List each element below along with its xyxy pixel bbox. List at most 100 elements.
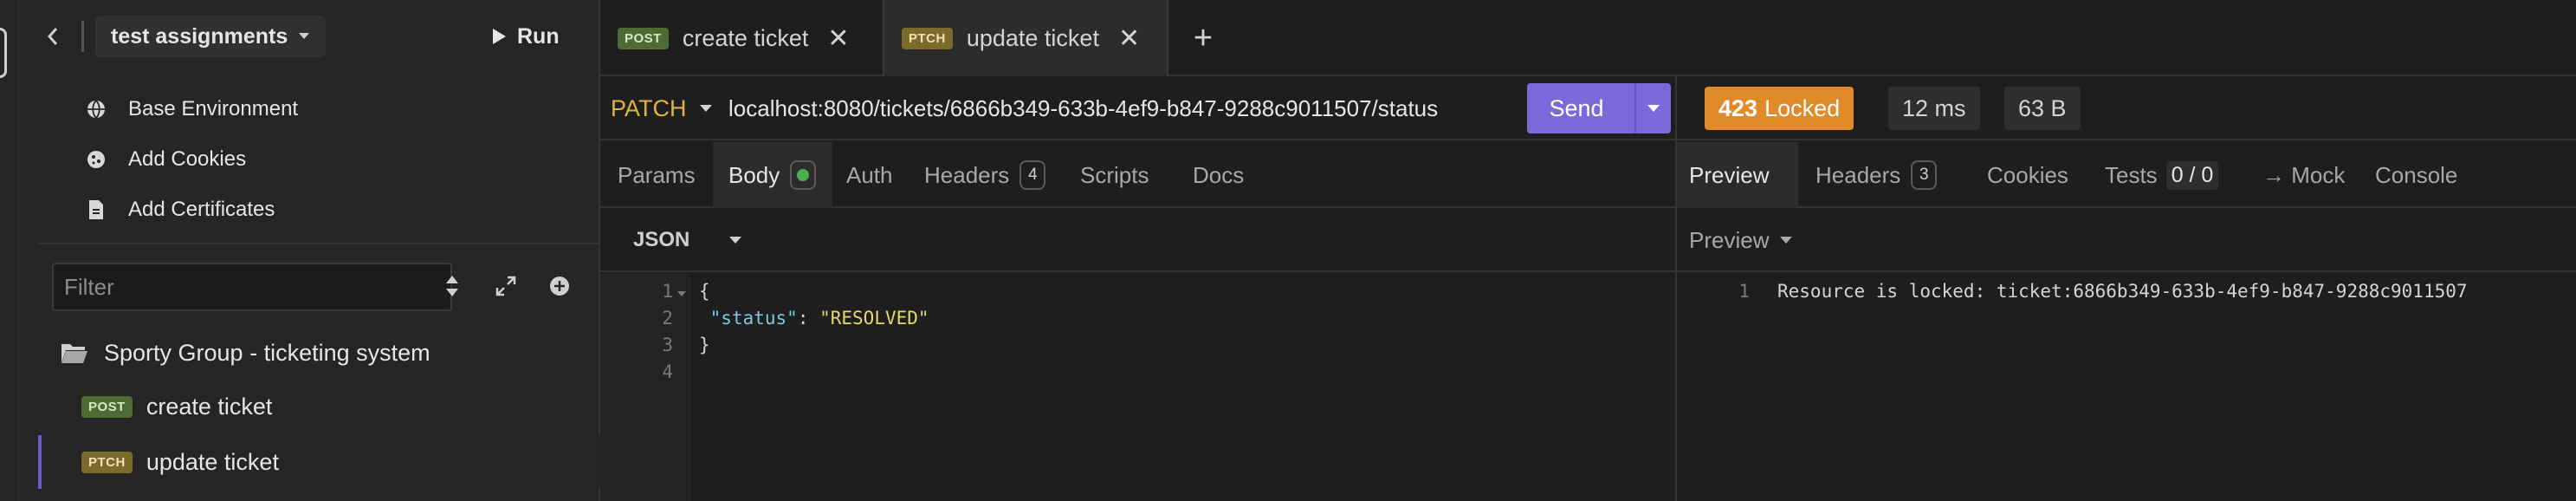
filter-input[interactable]: Filter	[52, 263, 452, 311]
plus-icon: +	[1193, 19, 1214, 56]
status-dot	[797, 169, 810, 181]
add-tab-button[interactable]: +	[1182, 17, 1224, 59]
response-size-badge: 63 B	[2004, 87, 2081, 130]
sidebar-item-add-cookies[interactable]: Add Cookies	[38, 134, 246, 185]
tab-headers[interactable]: Headers 4	[912, 142, 1066, 208]
line-number: 2	[662, 308, 673, 329]
caret-down-icon	[299, 33, 310, 39]
workspace-name: test assignments	[111, 23, 288, 49]
method-label: PATCH	[611, 94, 687, 121]
sidebar-item-base-environment[interactable]: Base Environment	[38, 84, 298, 134]
sidebar-request-update-ticket[interactable]: PTCH update ticket	[38, 435, 618, 489]
tab-label: → Mock	[2262, 161, 2346, 188]
preview-mode-dropdown[interactable]: Preview	[1689, 208, 1793, 272]
expand-all-button[interactable]	[489, 269, 523, 303]
collection-name: Sporty Group - ticketing system	[104, 339, 430, 366]
request-name: create ticket	[146, 393, 273, 420]
sidebar-divider	[38, 243, 618, 244]
body-type-bar: JSON	[600, 208, 1677, 272]
sidebar-item-add-certificates[interactable]: Add Certificates	[38, 185, 275, 235]
sidebar-item-label: Add Cookies	[128, 147, 247, 171]
tab-label: Console	[2375, 161, 2458, 188]
filter-placeholder: Filter	[64, 273, 114, 300]
back-button[interactable]	[38, 16, 68, 57]
fold-caret-icon[interactable]	[676, 286, 687, 302]
tab-label: Cookies	[1987, 161, 2068, 188]
method-selector[interactable]: PATCH	[611, 87, 713, 130]
sidebar-header-divider	[81, 21, 84, 52]
tab-console[interactable]: Console	[2361, 142, 2482, 208]
line-gutter: 1 2 3 4	[600, 274, 690, 501]
tab-scripts[interactable]: Scripts	[1066, 142, 1177, 208]
send-options-button[interactable]	[1634, 83, 1671, 133]
tab-label: Params	[618, 161, 696, 188]
window-edge-handle	[0, 28, 7, 78]
tab-cookies[interactable]: Cookies	[1971, 142, 2089, 208]
caret-down-icon	[1647, 105, 1660, 112]
tab-label: Headers	[1815, 161, 1901, 188]
tab-update-ticket[interactable]: PTCH update ticket ✕	[883, 0, 1168, 76]
tab-body[interactable]: Body	[713, 142, 832, 208]
tab-params[interactable]: Params	[600, 142, 713, 208]
code-line: "status": "RESOLVED"	[709, 308, 929, 329]
close-icon[interactable]: ✕	[827, 23, 849, 54]
response-time-badge: 12 ms	[1888, 87, 1980, 130]
request-body-editor[interactable]: 1 2 3 4 { "status": "RESOLVED" }	[600, 274, 1677, 501]
line-number: 4	[662, 361, 673, 382]
line-number: 3	[662, 335, 673, 355]
body-type-dropdown[interactable]	[728, 208, 742, 272]
tab-mock[interactable]: → Mock	[2249, 142, 2361, 208]
tab-label: Docs	[1193, 161, 1245, 188]
certificate-icon	[74, 199, 118, 220]
method-badge: POST	[618, 27, 669, 49]
caret-down-icon	[1780, 237, 1793, 244]
headers-count-badge: 4	[1019, 160, 1046, 190]
sort-button[interactable]	[435, 269, 469, 303]
folder-open-icon	[61, 342, 88, 364]
request-name: update ticket	[146, 448, 279, 475]
tab-tests[interactable]: Tests 0 / 0	[2089, 142, 2249, 208]
cookie-icon	[74, 149, 118, 170]
add-item-button[interactable]	[542, 269, 577, 303]
response-body-viewer: 1 Resource is locked: ticket:6866b349-63…	[1677, 274, 2576, 501]
method-badge: PTCH	[81, 451, 133, 473]
tab-label: Preview	[1689, 161, 1770, 188]
collection-folder[interactable]: Sporty Group - ticketing system	[38, 326, 430, 380]
status-text: Locked	[1764, 94, 1841, 121]
preview-mode-bar: Preview	[1677, 208, 2576, 272]
sidebar-item-label: Base Environment	[128, 97, 299, 120]
close-icon[interactable]: ✕	[1118, 23, 1140, 54]
tab-label: Body	[728, 161, 780, 188]
tab-docs[interactable]: Docs	[1177, 142, 1264, 208]
json-string: "RESOLVED"	[819, 308, 929, 329]
json-key: "status"	[709, 308, 798, 329]
tab-preview[interactable]: Preview	[1677, 142, 1798, 208]
request-subtabs: Params Body Auth Headers 4 Scripts Docs	[600, 142, 1677, 208]
response-subtabs: Preview Headers 3 Cookies Tests 0 / 0 → …	[1677, 142, 2576, 208]
headers-count-badge: 3	[1911, 160, 1938, 190]
tab-auth[interactable]: Auth	[832, 142, 912, 208]
sidebar-item-label: Add Certificates	[128, 198, 275, 221]
sidebar-request-create-ticket[interactable]: POST create ticket	[38, 380, 618, 433]
play-icon	[493, 29, 506, 44]
tab-label: update ticket	[966, 24, 1099, 51]
url-bar: PATCH localhost:8080/tickets/6866b349-63…	[600, 76, 1677, 140]
url-input[interactable]: localhost:8080/tickets/6866b349-633b-4ef…	[728, 87, 1438, 130]
send-button[interactable]: Send	[1527, 83, 1671, 133]
body-type-label: JSON	[633, 228, 690, 251]
tab-label: create ticket	[682, 24, 809, 51]
globe-icon	[74, 99, 118, 120]
status-code: 423	[1718, 94, 1758, 121]
response-body-text: Resource is locked: ticket:6866b349-633b…	[1777, 281, 2468, 302]
tab-create-ticket[interactable]: POST create ticket ✕	[600, 0, 883, 76]
send-label: Send	[1549, 94, 1604, 121]
run-button[interactable]: Run	[491, 16, 560, 57]
line-number: 1	[662, 281, 673, 302]
plus-circle-icon	[550, 277, 569, 296]
line-number: 1	[1738, 281, 1750, 302]
workspace-selector[interactable]: test assignments	[95, 16, 327, 57]
status-badge: 423 Locked	[1705, 87, 1854, 130]
tab-response-headers[interactable]: Headers 3	[1798, 142, 1971, 208]
expand-icon	[495, 276, 516, 296]
response-status-bar: 423 Locked 12 ms 63 B	[1677, 76, 2576, 140]
